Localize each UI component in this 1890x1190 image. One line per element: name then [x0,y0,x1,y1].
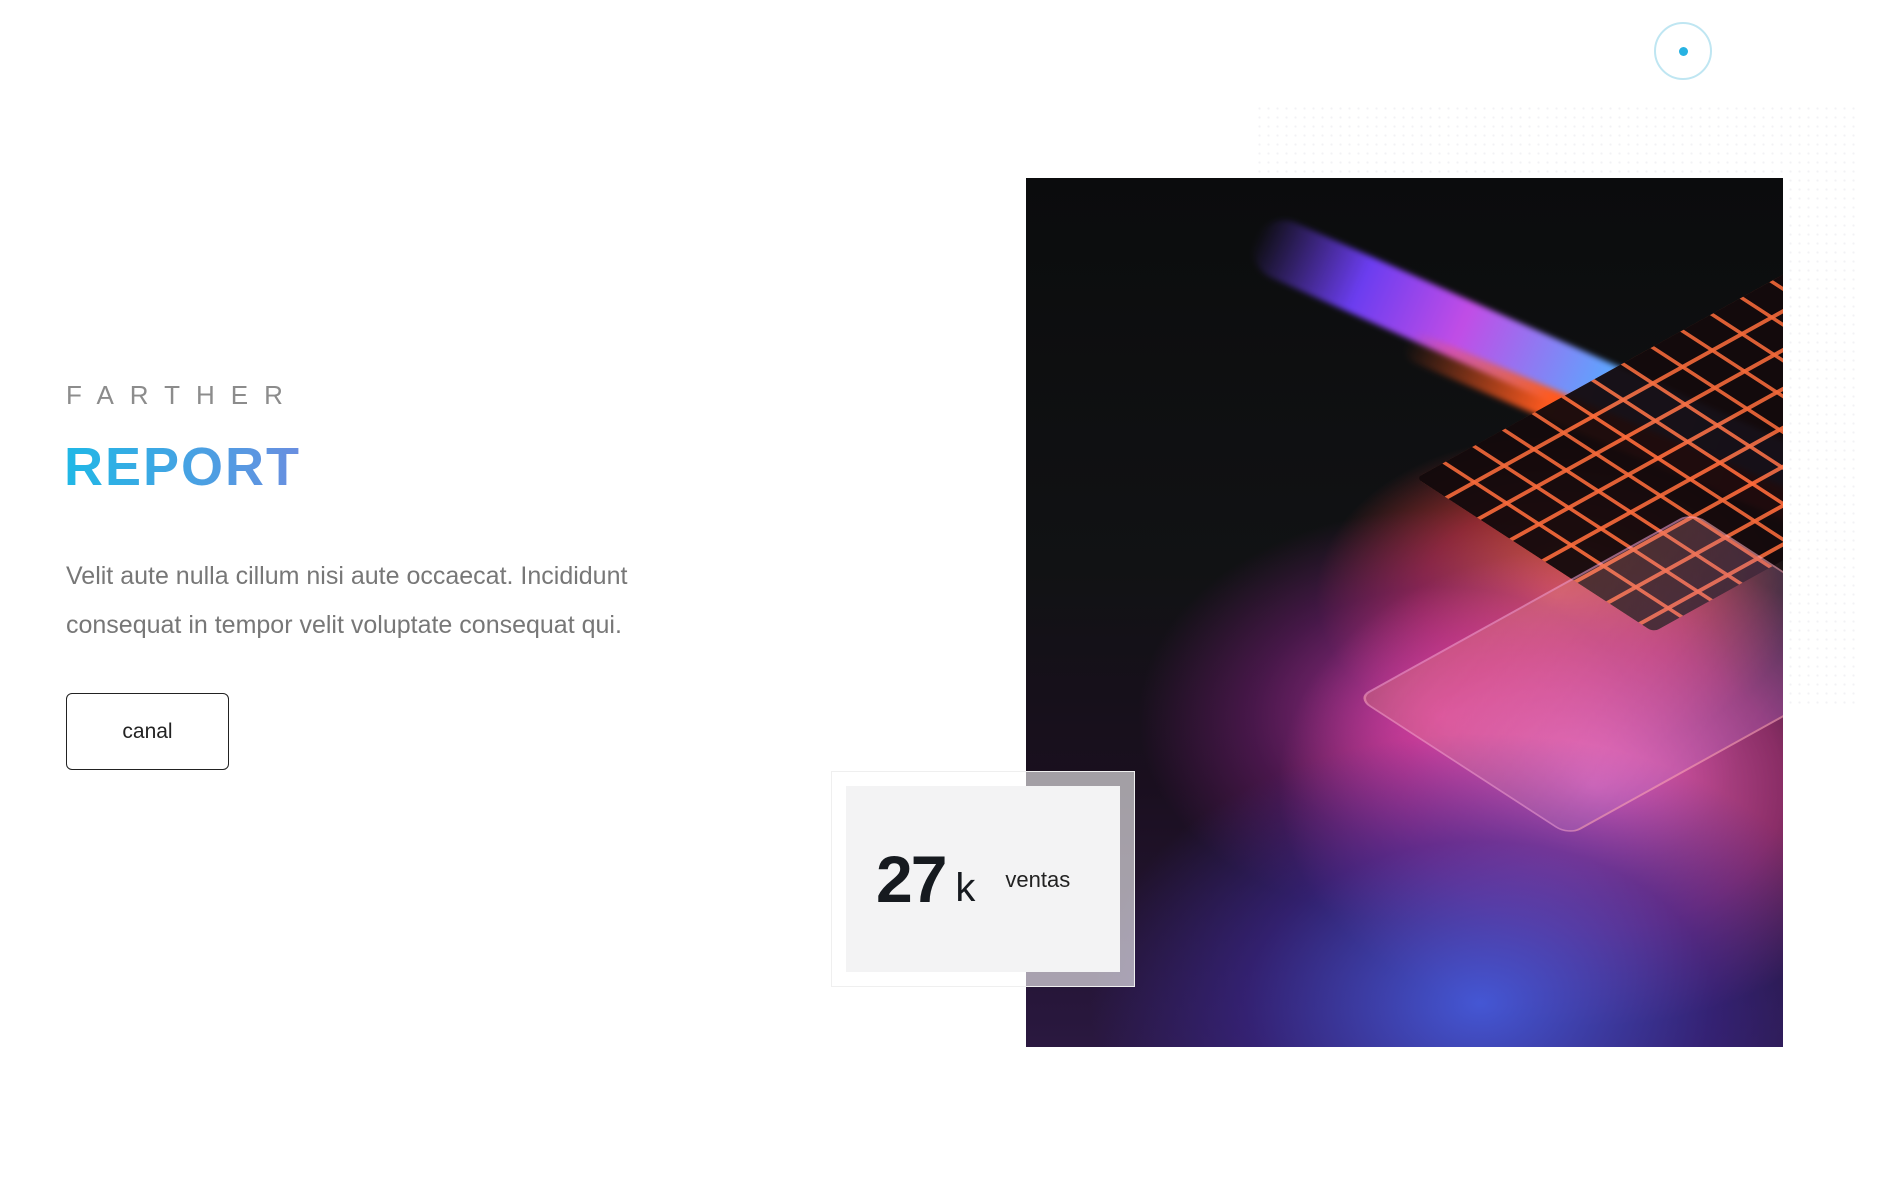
stat-unit: k [955,865,976,910]
stat-label: ventas [1005,867,1071,892]
page-title: REPORT [64,437,302,497]
eyebrow-text: FARTHER [66,380,299,410]
circle-dot-icon [1678,46,1688,56]
stat-number: 27 [876,842,947,916]
slide-page: FARTHER REPORT Velit aute nulla cillum n… [0,0,1890,1190]
canal-button[interactable]: canal [66,693,229,770]
description-text: Velit aute nulla cillum nisi aute occaec… [66,562,628,639]
laptop-image [1026,178,1783,1047]
stat-card: 27 k ventas [846,786,1120,972]
menu-toggle-button[interactable] [1654,22,1712,80]
